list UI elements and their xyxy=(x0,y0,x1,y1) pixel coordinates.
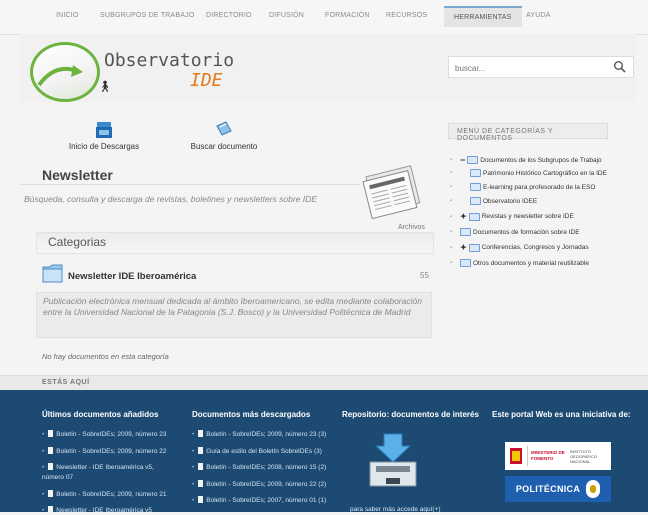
bullet-icon: ▪ xyxy=(450,184,453,190)
bullet-icon: ▪ xyxy=(450,213,453,220)
category-item-count: 55 xyxy=(420,271,429,280)
repository-heading: Repositorio: documentos de interés xyxy=(342,410,479,419)
category-item-title[interactable]: Newsletter IDE Iberoamérica xyxy=(68,271,196,282)
search-input[interactable] xyxy=(449,57,607,79)
sidebar-heading: MENÚ DE CATEGORÍAS Y DOCUMENTOS xyxy=(448,123,608,142)
title-divider xyxy=(20,184,360,185)
folder-icon[interactable] xyxy=(42,262,64,284)
sidebar-item-label: Revistas y newsletter sobre IDE xyxy=(481,213,574,220)
university-crest-icon xyxy=(586,480,601,498)
nav-inicio[interactable]: INICIO xyxy=(56,12,79,19)
nav-recursos[interactable]: RECURSOS xyxy=(386,12,427,19)
downloaded-doc-link[interactable]: • Boletín - SobreIDEs; 2008, número 15 (2… xyxy=(192,463,326,472)
politecnica-label: POLITÉCNICA xyxy=(515,484,581,494)
downloaded-doc-link[interactable]: • Guía de estilo del Boletín SobreIDEs (3… xyxy=(192,447,322,456)
expand-icon[interactable]: ✦ xyxy=(460,243,467,252)
logo-name: Observatorio xyxy=(104,50,235,71)
newsletter-description: Búsqueda, consulta y descarga de revista… xyxy=(24,194,317,204)
sidebar-item-label: Documentos de formación sobre IDE xyxy=(473,228,580,236)
page-title: Newsletter xyxy=(42,167,113,183)
sidebar-item-label: Conferencias, Congresos y Jornadas xyxy=(481,244,589,251)
folder-icon xyxy=(470,197,481,205)
find-document-icon xyxy=(216,121,232,136)
latest-doc-link-cont[interactable]: número 07 xyxy=(42,473,73,482)
expand-icon[interactable]: ✦ xyxy=(460,212,467,221)
bullet-icon: ▪ xyxy=(450,244,453,251)
folder-icon xyxy=(470,169,481,177)
search-box xyxy=(448,56,634,79)
bullet-icon: ▪ xyxy=(450,157,453,163)
bullet-icon: ▪ xyxy=(450,170,453,176)
downloads-home-button[interactable]: Inicio de Descargas xyxy=(62,120,146,151)
folder-icon xyxy=(468,243,480,252)
coat-of-arms-icon xyxy=(510,448,522,464)
logo-globe-icon[interactable] xyxy=(30,42,100,102)
archivos-label: Archivos xyxy=(398,224,425,231)
latest-doc-link[interactable]: • Newsletter - IDE Iberoamérica v5, xyxy=(42,463,154,472)
nav-formacion[interactable]: FORMACIÓN xyxy=(325,12,370,19)
newspaper-icon xyxy=(362,165,421,220)
bullet-icon: ▪ xyxy=(450,198,453,204)
logo-ide: IDE xyxy=(190,70,223,91)
sidebar-item-formacion[interactable]: ▪ Documentos de formación sobre IDE xyxy=(450,228,580,236)
downloaded-doc-link[interactable]: • Boletín - SobreIDEs; 2009, número 22 (2… xyxy=(192,480,326,489)
latest-doc-link[interactable]: • Newsletter - IDE Iberoamérica v5 xyxy=(42,506,152,515)
sidebar-item-label: Documentos de los Subgrupos de Trabajo xyxy=(480,156,602,164)
category-item-description: Publicación electrónica mensual dedicada… xyxy=(36,292,432,338)
breadcrumb: ESTÁS AQUÍ xyxy=(42,379,90,386)
initiative-heading: Este portal Web es una iniciativa de: xyxy=(492,410,631,419)
downloads-home-label: Inicio de Descargas xyxy=(68,142,140,151)
folder-icon xyxy=(460,228,471,236)
sidebar-item-otros[interactable]: ▪ Otros documentos y material reutilizab… xyxy=(450,259,589,267)
find-document-label: Buscar documento xyxy=(190,142,258,151)
categories-title: Categorias xyxy=(48,235,107,249)
search-icon[interactable] xyxy=(613,60,627,74)
sidebar-item-elearning[interactable]: ▪ E-learning para profesorado de la ESO xyxy=(450,183,595,191)
bullet-icon: ▪ xyxy=(450,229,453,235)
downloaded-doc-link[interactable]: • Boletín - SobreIDEs; 2007, número 01 (1… xyxy=(192,496,326,505)
people-icon: 🚶︎ xyxy=(98,81,113,93)
folder-icon xyxy=(468,212,480,221)
sidebar-item-label: Patrimonio Histórico Cartográfico en la … xyxy=(483,169,607,177)
downloaded-doc-link[interactable]: • Boletín - SobreIDEs; 2009, número 23 (3… xyxy=(192,430,326,439)
most-downloaded-heading: Documentos más descargados xyxy=(192,410,311,419)
repository-inbox-icon[interactable] xyxy=(368,432,418,488)
nav-subgrupos[interactable]: SUBGRUPOS DE TRABAJO xyxy=(100,12,195,19)
empty-category-message: No hay documentos en esta categoría xyxy=(42,352,169,361)
ministerio-logo[interactable]: MINISTERIO DE FOMENTO INSTITUTO GEOGRÁFI… xyxy=(505,442,611,470)
download-folder-icon xyxy=(96,122,112,138)
sidebar-item-label: E-learning para profesorado de la ESO xyxy=(483,183,596,191)
find-document-button[interactable]: Buscar documento xyxy=(186,120,262,151)
latest-doc-link[interactable]: • Boletín - SobreIDEs; 2009, número 22 xyxy=(42,447,166,456)
sidebar-item-revistas[interactable]: ▪ ✦ Revistas y newsletter sobre IDE xyxy=(450,212,574,221)
latest-docs-heading: Últimos documentos añadidos xyxy=(42,410,159,419)
top-navigation: INICIO SUBGRUPOS DE TRABAJO DIRECTORIO D… xyxy=(0,0,648,35)
sidebar-item-patrimonio[interactable]: ▪ Patrimonio Histórico Cartográfico en l… xyxy=(450,169,607,177)
nav-herramientas[interactable]: HERRAMIENTAS xyxy=(444,6,522,27)
instituto-label: INSTITUTO GEOGRÁFICO NACIONAL xyxy=(570,448,598,464)
nav-directorio[interactable]: DIRECTORIO xyxy=(206,12,252,19)
nav-difusion[interactable]: DIFUSIÓN xyxy=(269,12,304,19)
latest-doc-link[interactable]: • Boletín - SobreIDEs; 2009, número 21 xyxy=(42,490,166,499)
breadcrumb-bar xyxy=(0,375,648,391)
latest-doc-link[interactable]: • Boletín - SobreIDEs; 2009, número 23 xyxy=(42,430,166,439)
politecnica-logo[interactable]: POLITÉCNICA xyxy=(505,476,611,502)
folder-icon xyxy=(470,183,481,191)
folder-icon xyxy=(467,156,479,164)
sidebar-item-label: Observatorio IDEE xyxy=(483,197,538,205)
ministerio-label: MINISTERIO DE FOMENTO xyxy=(531,450,565,461)
folder-icon xyxy=(460,259,471,267)
bullet-icon: ▪ xyxy=(450,260,453,266)
sidebar-item-conferencias[interactable]: ▪ ✦ Conferencias, Congresos y Jornadas xyxy=(450,243,589,252)
sidebar-item-label: Otros documentos y material reutilizable xyxy=(473,259,589,267)
collapse-icon[interactable]: − xyxy=(460,155,465,165)
sidebar-item-subgrupos[interactable]: ▪ − Documentos de los Subgrupos de Traba… xyxy=(450,155,602,165)
sidebar-item-observatorio[interactable]: ▪ Observatorio IDEE xyxy=(450,197,537,205)
nav-ayuda[interactable]: AYUDA xyxy=(526,12,551,19)
repository-link[interactable]: para saber más accede aquí(+) xyxy=(350,505,441,514)
